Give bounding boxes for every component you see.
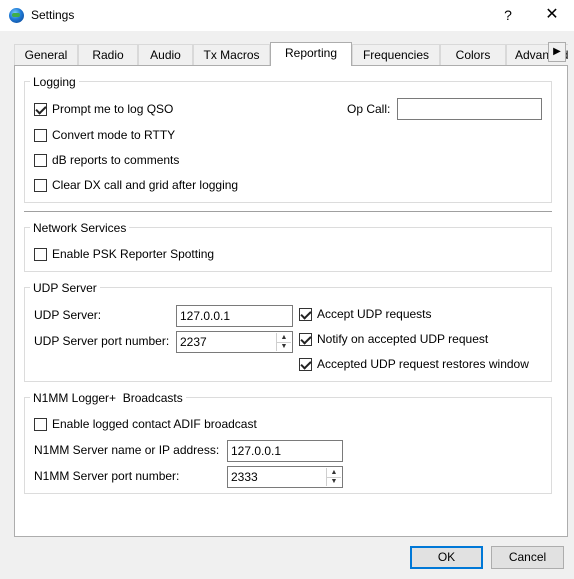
psk-reporter-label: Enable PSK Reporter Spotting <box>52 247 215 261</box>
convert-rtty-checkbox[interactable] <box>34 129 47 142</box>
n1mm-server-input[interactable]: 127.0.0.1 <box>227 440 343 462</box>
op-call-input[interactable] <box>397 98 542 120</box>
notify-udp-checkbox[interactable] <box>299 333 312 346</box>
title-bar: Settings ? ✕ <box>0 0 574 31</box>
n1mm-port-label: N1MM Server port number: <box>34 469 180 483</box>
n1mm-enable-checkbox[interactable] <box>34 418 47 431</box>
tab-tx-macros[interactable]: Tx Macros <box>193 44 270 65</box>
tab-bar: General Radio Audio Tx Macros Reporting … <box>14 42 568 66</box>
spin-down-icon[interactable]: ▼ <box>277 342 291 351</box>
clear-dx-label: Clear DX call and grid after logging <box>52 178 239 192</box>
settings-window: Settings ? ✕ General Radio Audio Tx Macr… <box>0 0 574 579</box>
close-button[interactable]: ✕ <box>532 3 572 27</box>
udp-port-label: UDP Server port number: <box>34 334 170 348</box>
accept-udp-label: Accept UDP requests <box>317 307 432 321</box>
section-divider <box>24 211 552 213</box>
n1mm-enable-label: Enable logged contact ADIF broadcast <box>52 417 257 431</box>
logging-group-title: Logging <box>30 75 79 89</box>
n1mm-group-title: N1MM Logger+ Broadcasts <box>30 391 186 405</box>
convert-rtty-label: Convert mode to RTTY <box>52 128 176 142</box>
tab-frequencies[interactable]: Frequencies <box>352 44 440 65</box>
accept-udp-checkbox[interactable] <box>299 308 312 321</box>
cancel-button[interactable]: Cancel <box>491 546 564 569</box>
prompt-log-label: Prompt me to log QSO <box>52 102 174 116</box>
tab-colors[interactable]: Colors <box>440 44 506 65</box>
db-reports-checkbox[interactable] <box>34 154 47 167</box>
udp-server-input[interactable]: 127.0.0.1 <box>176 305 293 327</box>
udp-port-spinner: ▲ ▼ <box>276 333 291 351</box>
network-services-title: Network Services <box>30 221 130 235</box>
restore-window-checkbox[interactable] <box>299 358 312 371</box>
tab-audio[interactable]: Audio <box>138 44 193 65</box>
ok-button[interactable]: OK <box>410 546 483 569</box>
tab-radio[interactable]: Radio <box>78 44 138 65</box>
tab-reporting[interactable]: Reporting <box>270 42 352 66</box>
spin-down-icon[interactable]: ▼ <box>327 477 341 486</box>
prompt-log-checkbox[interactable] <box>34 103 47 116</box>
udp-server-title: UDP Server <box>30 281 100 295</box>
clear-dx-checkbox[interactable] <box>34 179 47 192</box>
udp-server-label: UDP Server: <box>34 308 102 322</box>
tab-general[interactable]: General <box>14 44 78 65</box>
udp-port-stepper[interactable]: 2237 ▲ ▼ <box>176 331 293 353</box>
restore-window-label: Accepted UDP request restores window <box>317 357 529 371</box>
db-reports-label: dB reports to comments <box>52 153 180 167</box>
n1mm-server-label: N1MM Server name or IP address: <box>34 443 220 457</box>
udp-port-value: 2237 <box>180 335 207 349</box>
tab-scroll-right-icon[interactable]: ▶ <box>548 42 566 62</box>
help-button[interactable]: ? <box>490 3 526 27</box>
window-title: Settings <box>31 8 75 22</box>
n1mm-port-stepper[interactable]: 2333 ▲ ▼ <box>227 466 343 488</box>
app-globe-icon <box>9 8 24 23</box>
psk-reporter-checkbox[interactable] <box>34 248 47 261</box>
n1mm-port-spinner: ▲ ▼ <box>326 468 341 486</box>
n1mm-port-value: 2333 <box>231 470 258 484</box>
notify-udp-label: Notify on accepted UDP request <box>317 332 489 346</box>
op-call-label: Op Call: <box>347 102 391 116</box>
